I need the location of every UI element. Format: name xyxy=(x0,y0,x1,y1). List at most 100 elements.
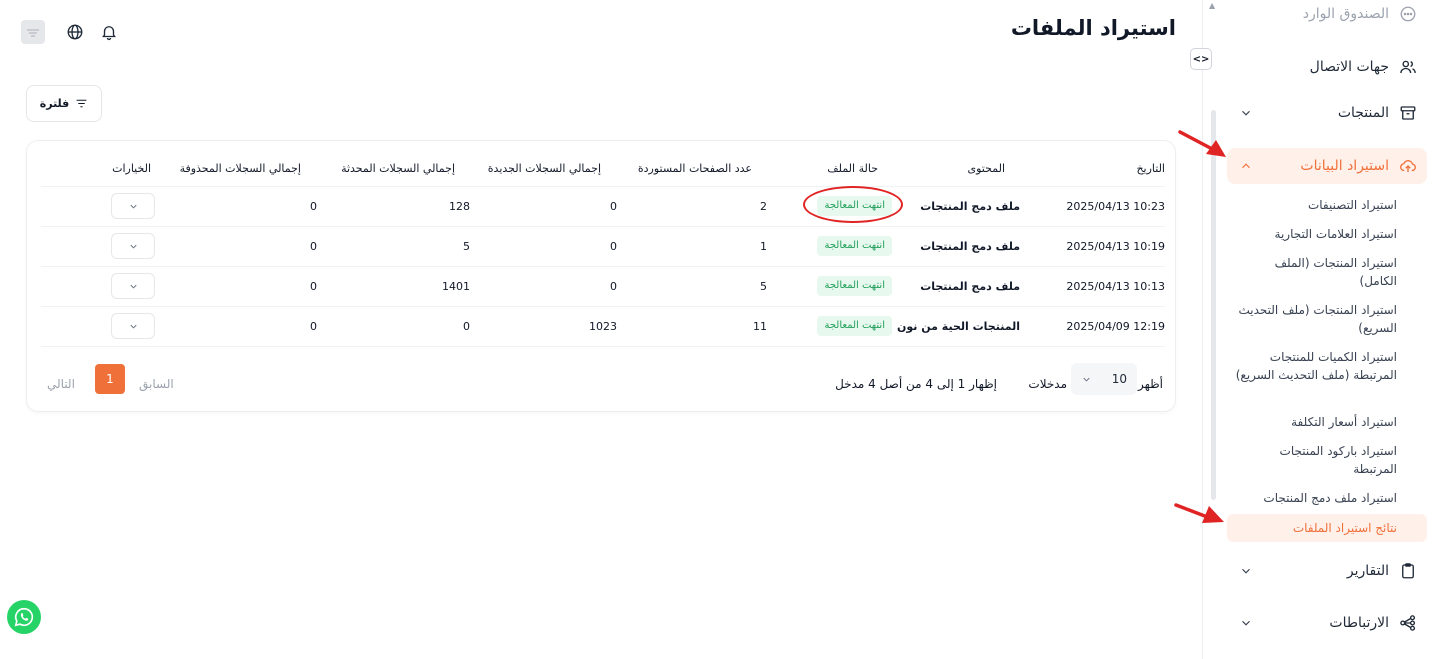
sidebar-item-products[interactable]: المنتجات xyxy=(1227,95,1427,131)
bell-icon[interactable] xyxy=(99,22,119,42)
clipboard-icon xyxy=(1399,562,1417,580)
cell-pages: 11 xyxy=(753,320,767,333)
filter-label: فلترة xyxy=(39,97,70,110)
cell-new-records: 1023 xyxy=(589,320,617,333)
column-header-status[interactable]: حالة الملف xyxy=(827,162,878,175)
column-header-updated-records[interactable]: إجمالي السجلات المحدثة xyxy=(341,162,455,175)
archive-icon xyxy=(1399,104,1417,122)
row-options-dropdown[interactable] xyxy=(111,313,155,339)
sidebar-subitem-import-quantities[interactable]: استيراد الكميات للمنتجات المرتبطة (ملف ا… xyxy=(1227,348,1427,384)
sidebar-item-label: التقارير xyxy=(1346,563,1389,579)
sidebar-item-label: الصندوق الوارد xyxy=(1302,6,1389,22)
sidebar-subitem-import-products-quick[interactable]: استيراد المنتجات (ملف التحديث السريع) xyxy=(1227,301,1427,337)
status-badge: انتهت المعالجة xyxy=(817,316,892,336)
current-page-button[interactable]: 1 xyxy=(95,364,125,394)
sidebar-item-label: جهات الاتصال xyxy=(1309,59,1389,75)
cell-date: 2025/04/09 12:19 xyxy=(1066,320,1165,333)
chevron-down-icon xyxy=(1239,616,1253,630)
annotation-arrow-icon xyxy=(1174,503,1224,523)
page-title: استيراد الملفات xyxy=(1010,16,1176,40)
row-options-dropdown[interactable] xyxy=(111,193,155,219)
chevron-up-icon xyxy=(1239,159,1253,173)
sidebar-subitem-import-barcodes[interactable]: استيراد باركود المنتجات المرتبطة xyxy=(1227,442,1427,478)
pagination-summary: إظهار 1 إلى 4 من أصل 4 مدخل xyxy=(835,377,997,391)
column-header-options: الخيارات xyxy=(112,162,151,175)
cell-deleted-records: 0 xyxy=(310,280,317,293)
table-header: التاريخ المحتوى حالة الملف عدد الصفحات ا… xyxy=(41,141,1165,187)
integrations-icon xyxy=(1399,614,1417,632)
cell-date: 2025/04/13 10:13 xyxy=(1066,280,1165,293)
sidebar-subitem-import-categories[interactable]: استيراد التصنيفات xyxy=(1227,196,1427,214)
chevron-down-icon xyxy=(1239,106,1253,120)
sidebar-collapse-button[interactable]: <> xyxy=(1190,48,1212,70)
sidebar-item-reports[interactable]: التقارير xyxy=(1227,553,1427,589)
table-row: 2025/04/13 10:23 ملف دمج المنتجات انتهت … xyxy=(41,187,1165,227)
cell-date: 2025/04/13 10:19 xyxy=(1066,240,1165,253)
sidebar-item-label: المنتجات xyxy=(1337,105,1389,121)
cell-deleted-records: 0 xyxy=(310,320,317,333)
chevron-down-icon xyxy=(129,284,137,289)
entries-label: مدخلات xyxy=(1028,377,1067,391)
page-size-value: 10 xyxy=(1111,372,1127,386)
sidebar: ▲ الصندوق الوارد جهات الاتصال المنتجات ا… xyxy=(1202,0,1432,659)
filter-icon xyxy=(75,97,88,110)
filter-button[interactable]: فلترة xyxy=(26,85,102,122)
column-header-deleted-records[interactable]: إجمالي السجلات المحذوفة xyxy=(180,162,301,175)
import-results-table: التاريخ المحتوى حالة الملف عدد الصفحات ا… xyxy=(26,140,1176,412)
table-row: 2025/04/13 10:19 ملف دمج المنتجات انتهت … xyxy=(41,227,1165,267)
cell-pages: 2 xyxy=(760,200,767,213)
sidebar-item-contacts[interactable]: جهات الاتصال xyxy=(1227,49,1427,85)
users-icon xyxy=(1399,58,1417,76)
table-row: 2025/04/13 10:13 ملف دمج المنتجات انتهت … xyxy=(41,267,1165,307)
annotation-highlight-ring xyxy=(803,186,903,223)
cell-content: المنتجات الحية من نون xyxy=(897,320,1020,333)
sidebar-item-integrations[interactable]: الارتباطات xyxy=(1227,605,1427,641)
chat-icon xyxy=(1399,5,1417,23)
whatsapp-icon[interactable] xyxy=(7,600,41,634)
next-page-button[interactable]: التالي xyxy=(47,377,75,391)
chevron-down-icon xyxy=(1239,564,1253,578)
cell-updated-records: 0 xyxy=(463,320,470,333)
globe-icon[interactable] xyxy=(65,22,85,42)
cell-content: ملف دمج المنتجات xyxy=(920,240,1020,253)
column-header-date[interactable]: التاريخ xyxy=(1136,162,1165,175)
status-badge: انتهت المعالجة xyxy=(817,276,892,296)
scroll-up-arrow-icon[interactable]: ▲ xyxy=(1209,2,1215,10)
column-header-pages[interactable]: عدد الصفحات المستوردة xyxy=(638,162,752,175)
sidebar-subitem-import-cost-prices[interactable]: استيراد أسعار التكلفة xyxy=(1227,413,1427,431)
annotation-arrow-icon xyxy=(1178,130,1226,157)
sidebar-subitem-import-results[interactable]: نتائج استيراد الملفات xyxy=(1227,514,1427,542)
chevron-down-icon xyxy=(129,244,137,249)
cell-deleted-records: 0 xyxy=(310,200,317,213)
sidebar-subitem-import-brands[interactable]: استيراد العلامات التجارية xyxy=(1227,225,1427,243)
cell-date: 2025/04/13 10:23 xyxy=(1066,200,1165,213)
cell-content: ملف دمج المنتجات xyxy=(920,200,1020,213)
chevron-down-icon xyxy=(129,324,137,329)
page-size-label: أظهر xyxy=(1137,377,1163,391)
prev-page-button[interactable]: السابق xyxy=(139,377,174,391)
sidebar-item-data-import[interactable]: استيراد البيانات xyxy=(1227,148,1427,184)
chevron-down-icon xyxy=(129,204,137,209)
avatar[interactable] xyxy=(21,20,45,44)
cell-content: ملف دمج المنتجات xyxy=(920,280,1020,293)
chevron-down-icon xyxy=(1081,374,1092,385)
table-row: 2025/04/09 12:19 المنتجات الحية من نون ا… xyxy=(41,307,1165,347)
sidebar-subitem-import-merge-file[interactable]: استيراد ملف دمج المنتجات xyxy=(1227,489,1427,507)
page-size-select[interactable]: 10 xyxy=(1071,363,1137,395)
cell-pages: 5 xyxy=(760,280,767,293)
sidebar-item-label: الارتباطات xyxy=(1329,615,1389,631)
cell-new-records: 0 xyxy=(610,280,617,293)
sidebar-scrollbar[interactable] xyxy=(1211,110,1216,500)
column-header-content[interactable]: المحتوى xyxy=(968,162,1005,175)
status-badge: انتهت المعالجة xyxy=(817,236,892,256)
sidebar-subitem-import-products-full[interactable]: استيراد المنتجات (الملف الكامل) xyxy=(1227,254,1427,290)
cell-new-records: 0 xyxy=(610,200,617,213)
row-options-dropdown[interactable] xyxy=(111,273,155,299)
cell-new-records: 0 xyxy=(610,240,617,253)
column-header-new-records[interactable]: إجمالي السجلات الجديدة xyxy=(488,162,601,175)
sidebar-item-label: استيراد البيانات xyxy=(1300,158,1389,174)
cell-deleted-records: 0 xyxy=(310,240,317,253)
sidebar-item-inbox[interactable]: الصندوق الوارد xyxy=(1227,0,1427,32)
cell-updated-records: 5 xyxy=(463,240,470,253)
row-options-dropdown[interactable] xyxy=(111,233,155,259)
